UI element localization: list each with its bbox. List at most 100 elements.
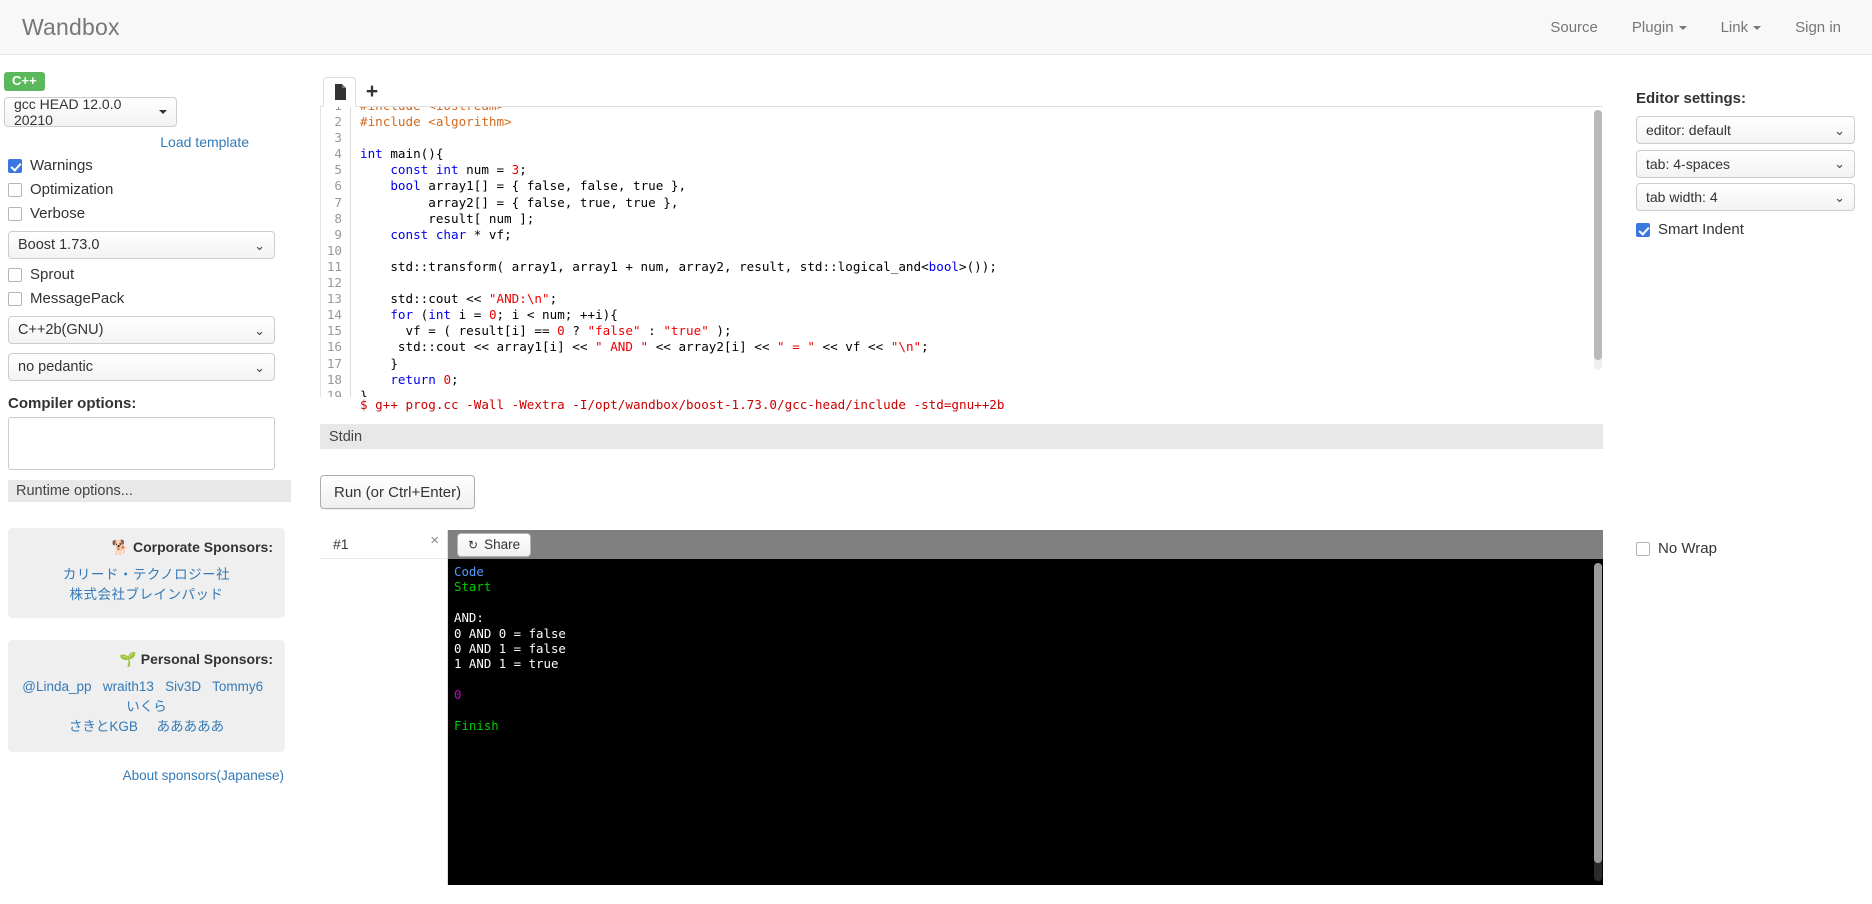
add-tab-button[interactable]: +	[356, 76, 388, 106]
checkbox-warnings[interactable]	[8, 158, 22, 173]
dog-icon: 🐕	[111, 539, 130, 556]
std-version-select[interactable]: C++2b(GNU) ⌄	[8, 316, 275, 345]
console-scrollbar-thumb[interactable]	[1594, 563, 1602, 863]
code-line: 3	[321, 130, 1603, 147]
line-content: bool array1[] = { false, false, true },	[390, 178, 687, 194]
heart-icon: 🌱	[119, 651, 137, 668]
checkbox-label-optimization: Optimization	[30, 181, 114, 199]
editor-mode-select[interactable]: editor: default ⌄	[1636, 116, 1855, 144]
nav-item-source[interactable]: Source	[1533, 11, 1615, 44]
boost-version-select[interactable]: Boost 1.73.0 ⌄	[8, 231, 275, 260]
checkbox-row-sprout[interactable]: Sprout	[8, 266, 289, 283]
personal-sponsor-aaaaa[interactable]: あああああ	[157, 719, 225, 734]
line-number: 14	[321, 307, 351, 324]
checkbox-sprout[interactable]	[8, 267, 22, 282]
code-line: 14 for (int i = 0; i < num; ++i){	[321, 307, 1603, 324]
line-content	[351, 243, 360, 259]
code-lines: 1#include <iostream>2 #include <algorithm…	[321, 107, 1603, 397]
nav-item-plugin[interactable]: Plugin	[1615, 11, 1704, 44]
code-line: 10	[321, 242, 1603, 259]
checkbox-verbose[interactable]	[8, 206, 22, 221]
checkbox-row-messagepack[interactable]: MessagePack	[8, 290, 289, 307]
about-sponsors-link[interactable]: About sponsors(Japanese)	[4, 768, 289, 783]
console-scrollbar[interactable]	[1594, 563, 1602, 881]
result-toolbar: ↻ Share	[448, 530, 1603, 559]
line-content: const int num = 3;	[390, 162, 527, 178]
checkbox-row-optimization[interactable]: Optimization	[8, 181, 289, 198]
console-line: 1 AND 1 = true	[454, 656, 559, 672]
nav-label-plugin: Plugin	[1631, 18, 1674, 36]
line-number: 10	[321, 242, 351, 259]
compiler-options-input[interactable]	[8, 417, 275, 471]
console-line: 0	[454, 687, 462, 703]
checkbox-smart-indent[interactable]	[1636, 222, 1650, 237]
code-line: 1#include <iostream>	[321, 107, 1603, 115]
checkbox-row-warnings[interactable]: Warnings	[8, 157, 289, 174]
line-number: 8	[321, 210, 351, 227]
console-line: Code	[454, 564, 484, 579]
brand-wandbox[interactable]: Wandbox	[22, 14, 120, 41]
close-icon[interactable]: ×	[430, 533, 439, 548]
runtime-options-input[interactable]: Runtime options...	[8, 480, 291, 503]
tab-style-select[interactable]: tab: 4-spaces ⌄	[1636, 149, 1855, 178]
tab-main-file[interactable]	[323, 77, 356, 107]
personal-sponsor-ikura[interactable]: いくら	[126, 699, 167, 714]
personal-sponsor-siv3d[interactable]: Siv3D	[165, 679, 201, 694]
corporate-sponsor-2[interactable]: 株式会社ブレインパッド	[20, 585, 273, 605]
pedantic-select[interactable]: no pedantic ⌄	[8, 353, 275, 382]
corporate-sponsor-1[interactable]: カリード・テクノロジー社	[20, 565, 273, 585]
editor-mode-value: editor: default	[1646, 122, 1731, 138]
editor-scrollbar-thumb[interactable]	[1594, 110, 1602, 360]
nav-item-link[interactable]: Link	[1704, 11, 1779, 44]
output-console[interactable]: Code Start AND: 0 AND 0 = false 0 AND 1 = f…	[448, 559, 1603, 885]
checkbox-row-smart-indent[interactable]: Smart Indent	[1636, 221, 1872, 238]
checkbox-row-verbose[interactable]: Verbose	[8, 205, 289, 222]
compiler-select-value: gcc HEAD 12.0.0 20210	[14, 96, 122, 129]
code-line: 9 const char * vf;	[321, 226, 1603, 243]
code-line: 5 const int num = 3;	[321, 162, 1603, 179]
code-line: 7 array2[] = { false, true, true },	[321, 194, 1603, 211]
chevron-down-icon	[1753, 25, 1762, 30]
compiler-select[interactable]: gcc HEAD 12.0.0 20210	[4, 96, 177, 129]
tab-width-select[interactable]: tab width: 4 ⌄	[1636, 183, 1855, 211]
code-line: 13 std::cout << "AND:\n";	[321, 291, 1603, 308]
chevron-down-icon: ⌄	[254, 237, 265, 253]
line-number: 16	[321, 339, 351, 356]
checkbox-messagepack[interactable]	[8, 291, 22, 306]
checkbox-no-wrap[interactable]	[1636, 541, 1650, 556]
personal-sponsor-tommy6[interactable]: Tommy6	[212, 679, 263, 694]
checkbox-row-no-wrap[interactable]: No Wrap	[1636, 540, 1717, 557]
tab-width-value: tab width: 4	[1646, 189, 1718, 205]
nav-label-signin: Sign in	[1795, 18, 1841, 36]
line-number: 19	[321, 387, 351, 397]
personal-sponsor-wraith13[interactable]: wraith13	[103, 679, 154, 694]
editor-scrollbar[interactable]	[1594, 110, 1602, 370]
code-editor[interactable]: 1#include <iostream>2 #include <algorithm…	[320, 107, 1603, 397]
result-tab-1[interactable]: #1 ×	[320, 530, 447, 559]
code-line: 17 }	[321, 355, 1603, 372]
std-version-value: C++2b(GNU)	[18, 322, 104, 339]
line-content: }	[360, 355, 398, 371]
nav-item-signin[interactable]: Sign in	[1778, 11, 1858, 44]
console-lines: Code Start AND: 0 AND 0 = false 0 AND 1 = f…	[451, 564, 1603, 733]
personal-sponsor-kgb[interactable]: さきとKGB	[69, 719, 138, 734]
load-template-link[interactable]: Load template	[4, 134, 289, 150]
corporate-sponsors-label: Corporate Sponsors:	[132, 539, 273, 556]
right-sidebar: Editor settings: editor: default ⌄ tab: …	[1636, 90, 1872, 238]
personal-sponsor-linda[interactable]: @Linda_pp	[22, 679, 91, 694]
line-number: 4	[321, 146, 351, 163]
navbar-links: Source Plugin Link Sign in	[1533, 11, 1858, 44]
line-content: int main(){	[360, 146, 444, 162]
boost-version-value: Boost 1.73.0	[18, 237, 100, 254]
run-button[interactable]: Run (or Ctrl+Enter)	[320, 475, 476, 509]
compiler-options-label: Compiler options:	[8, 395, 137, 413]
stdin-input[interactable]: Stdin	[320, 424, 1603, 449]
pedantic-value: no pedantic	[18, 359, 93, 376]
share-button[interactable]: ↻ Share	[457, 532, 532, 557]
chevron-down-icon: ⌄	[1834, 122, 1845, 138]
personal-sponsors-title: 🌱 Personal Sponsors:	[20, 651, 273, 668]
code-line: 15 vf = ( result[i] == 0 ? "false" : "tr…	[321, 323, 1603, 340]
checkbox-optimization[interactable]	[8, 182, 22, 197]
line-content: std::transform( array1, array1 + num, ar…	[360, 258, 997, 274]
